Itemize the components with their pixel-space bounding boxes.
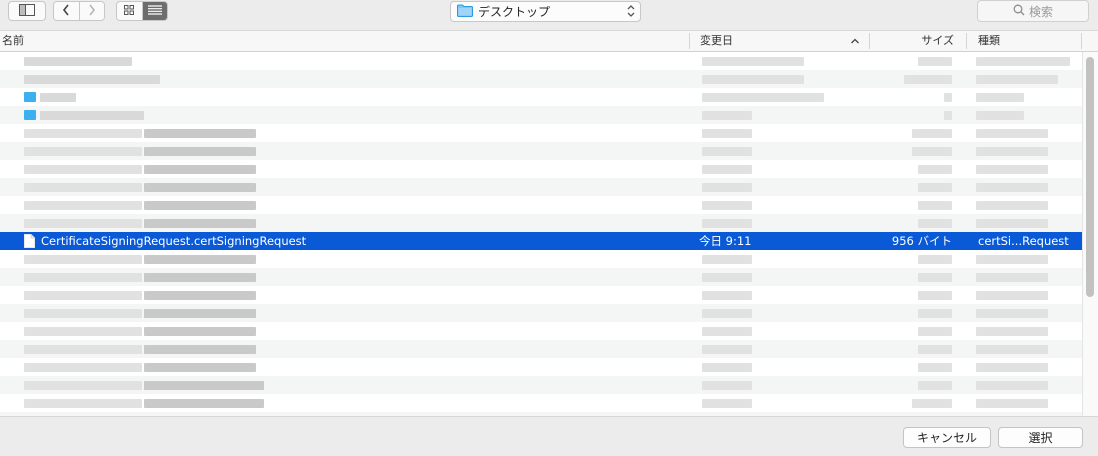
view-mode-segment <box>116 1 168 21</box>
list-item[interactable] <box>0 286 1082 304</box>
back-button[interactable] <box>54 2 79 20</box>
search-placeholder: 検索 <box>1028 4 1053 19</box>
list-item[interactable] <box>0 214 1082 232</box>
icon-view-button[interactable] <box>117 2 142 20</box>
list-item[interactable] <box>0 322 1082 340</box>
column-header-date-label: 変更日 <box>700 34 733 47</box>
list-item[interactable] <box>0 178 1082 196</box>
forward-button[interactable] <box>78 2 104 20</box>
column-headers: 名前 変更日 サイズ 種類 <box>0 30 1098 52</box>
list-item[interactable] <box>0 358 1082 376</box>
list-view-icon <box>147 4 162 18</box>
folder-icon <box>457 4 473 20</box>
column-separator <box>1081 33 1082 49</box>
file-size: 956 バイト <box>891 234 952 248</box>
document-icon <box>24 234 35 251</box>
updown-icon <box>627 4 635 18</box>
list-item[interactable] <box>0 376 1082 394</box>
list-item[interactable] <box>0 250 1082 268</box>
select-button[interactable]: 選択 <box>998 427 1083 448</box>
search-icon <box>1013 4 1029 19</box>
list-item[interactable] <box>0 70 1082 88</box>
list-view-button[interactable] <box>141 2 167 20</box>
vertical-scrollbar[interactable] <box>1082 52 1098 416</box>
column-header-date[interactable]: 変更日 <box>700 31 868 51</box>
column-header-size[interactable]: サイズ <box>870 31 954 51</box>
location-popup[interactable]: デスクトップ <box>450 1 641 22</box>
column-separator[interactable] <box>689 33 690 49</box>
sidebar-toggle-icon <box>19 3 35 19</box>
toolbar: デスクトップ 検索 <box>0 0 1098 24</box>
column-header-name[interactable]: 名前 <box>2 31 688 51</box>
list-item[interactable] <box>0 268 1082 286</box>
column-header-kind[interactable]: 種類 <box>978 31 1078 51</box>
list-item[interactable] <box>0 340 1082 358</box>
location-label: デスクトップ <box>478 5 551 19</box>
file-kind: certSi...Request <box>978 234 1069 248</box>
list-item[interactable] <box>0 52 1082 70</box>
list-item[interactable] <box>0 142 1082 160</box>
selected-file-row[interactable]: CertificateSigningRequest.certSigningReq… <box>0 232 1082 250</box>
list-item[interactable] <box>0 106 1082 124</box>
cancel-button[interactable]: キャンセル <box>903 427 991 448</box>
file-date: 今日 9:11 <box>699 234 752 248</box>
icon-view-icon <box>124 4 135 18</box>
list-item[interactable] <box>0 394 1082 412</box>
list-item[interactable] <box>0 304 1082 322</box>
list-item[interactable] <box>0 88 1082 106</box>
sort-up-icon <box>851 31 859 51</box>
navigation-buttons <box>53 1 105 21</box>
sidebar-toggle-button[interactable] <box>8 1 46 21</box>
file-name: CertificateSigningRequest.certSigningReq… <box>41 234 307 248</box>
file-list: CertificateSigningRequest.certSigningReq… <box>0 52 1082 416</box>
forward-icon <box>88 4 96 19</box>
list-item[interactable] <box>0 196 1082 214</box>
dialog-footer: キャンセル 選択 <box>0 416 1098 456</box>
list-item[interactable] <box>0 124 1082 142</box>
search-field[interactable]: 検索 <box>977 0 1089 22</box>
column-separator[interactable] <box>966 33 967 49</box>
back-icon <box>62 4 70 19</box>
list-item[interactable] <box>0 160 1082 178</box>
scrollbar-thumb[interactable] <box>1086 57 1094 297</box>
